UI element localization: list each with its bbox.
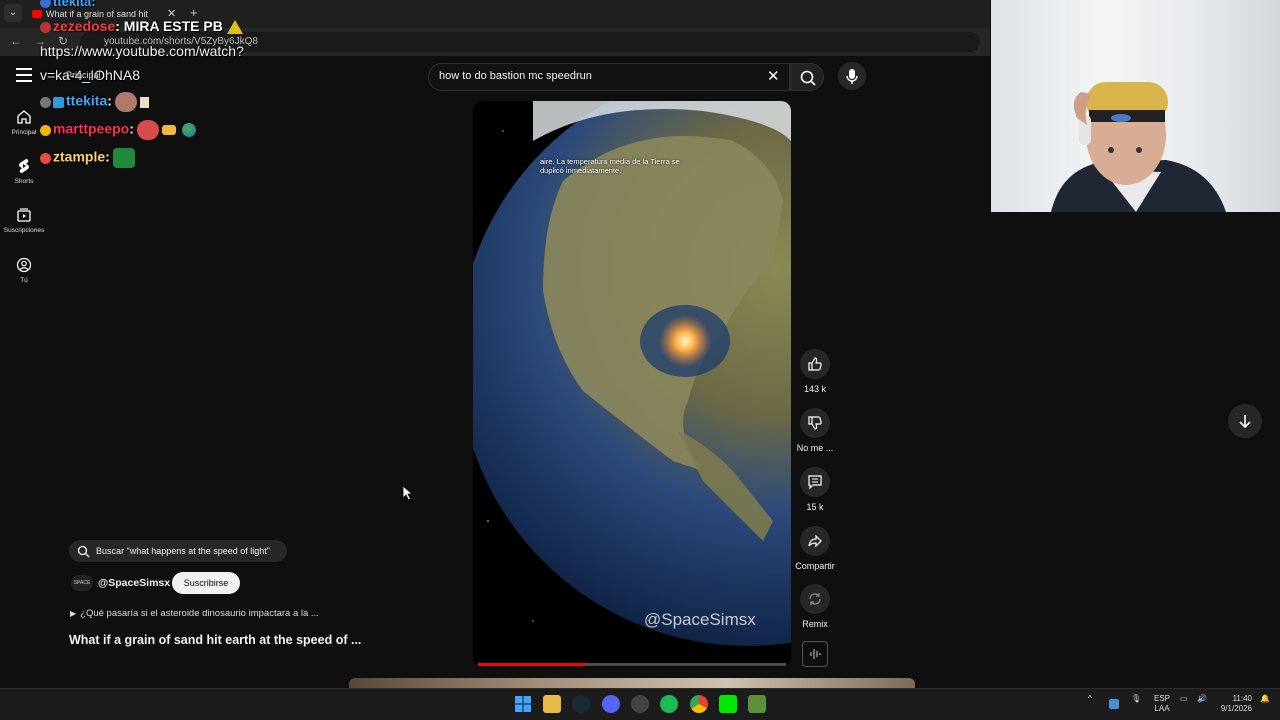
party-hat-emote-icon — [226, 20, 243, 35]
arrow-down-icon — [1239, 415, 1251, 429]
tray-app-icon[interactable] — [1109, 699, 1119, 709]
pointing-emote-icon — [161, 125, 176, 135]
frog-emote-icon — [112, 148, 135, 168]
tray-mic-icon[interactable]: 🎙 — [1131, 694, 1141, 703]
volume-icon[interactable]: 🔊 — [1197, 694, 1207, 703]
chat-line: ztample: — [40, 148, 138, 168]
search-button[interactable] — [790, 63, 824, 91]
obs-icon[interactable] — [631, 695, 649, 713]
popcorn-emote-icon — [139, 96, 149, 108]
search-icon — [77, 545, 90, 558]
sidebar-label: Suscripciones — [3, 227, 45, 234]
sidebar-label: Shorts — [14, 178, 34, 185]
webcam-feed — [1051, 82, 1226, 212]
sidebar-label-fragment: Principal — [66, 70, 101, 80]
related-search-text: Buscar "what happens at the speed of lig… — [96, 546, 271, 556]
sidebar-label: Principal — [11, 129, 37, 136]
notifications-icon[interactable]: 🔔 — [1260, 694, 1270, 703]
shorts-icon — [19, 159, 29, 173]
dislike-button[interactable]: No me ... — [794, 408, 836, 453]
dislike-label: No me ... — [796, 443, 834, 453]
thumbs-down-icon — [808, 416, 822, 430]
chat-message: https://www.youtube.com/watch? — [40, 43, 244, 59]
next-short-button[interactable] — [1228, 404, 1262, 438]
streamer-webcam — [991, 0, 1280, 212]
voice-search-button[interactable] — [838, 62, 866, 90]
chat-message: : MIRA ESTE PB — [115, 18, 223, 34]
youtube-favicon-icon — [32, 10, 42, 18]
chat-line: zezedose: MIRA ESTE PB — [40, 18, 243, 35]
like-button[interactable]: 143 k — [794, 349, 836, 394]
remix-label: Remix — [802, 619, 828, 629]
search-query-text: how to do bastion mc speedrun — [439, 70, 592, 82]
comments-button[interactable]: 15 k — [794, 467, 836, 512]
share-button[interactable]: Compartir — [794, 526, 836, 571]
pacman-emote-icon — [136, 120, 159, 140]
clock[interactable]: 11:40 9/1/2026 — [1218, 694, 1252, 714]
sidebar-item-suscripciones[interactable]: Suscripciones — [0, 207, 48, 234]
waveform-icon — [810, 649, 821, 659]
like-count: 143 k — [803, 384, 827, 394]
search-icon — [800, 70, 816, 86]
chat-user: zezedose — [53, 18, 116, 34]
subscriptions-icon — [17, 208, 31, 222]
share-icon — [808, 534, 822, 548]
tab-search-button[interactable]: ⌄ — [4, 4, 22, 22]
mouse-cursor-icon — [402, 485, 414, 501]
discord-icon[interactable] — [602, 695, 620, 713]
steam-icon[interactable] — [572, 695, 590, 713]
comment-icon — [808, 475, 822, 490]
channel-name[interactable]: @SpaceSimsx — [98, 577, 170, 589]
microphone-icon — [846, 69, 858, 84]
home-icon — [17, 110, 31, 124]
network-icon[interactable]: ▭ — [1180, 694, 1188, 703]
language-indicator[interactable]: ESP LAA — [1154, 694, 1170, 714]
chat-user: marttpeepo — [53, 120, 130, 137]
menu-icon[interactable] — [16, 68, 32, 82]
video-progress-fill — [478, 663, 586, 666]
chat-line-fragment: ttekita: — [40, 0, 96, 9]
windows-logo-icon — [515, 696, 531, 712]
thumbs-up-icon — [808, 357, 822, 371]
chat-user: ztample — [53, 148, 106, 165]
minecraft-icon[interactable] — [748, 695, 766, 713]
chat-line: marttpeepo: — [40, 120, 196, 140]
tray-overflow-icon[interactable]: ^ — [1088, 694, 1092, 703]
chrome-icon[interactable] — [690, 695, 708, 713]
share-label: Compartir — [795, 561, 835, 571]
video-watermark: @SpaceSimsx — [644, 610, 756, 629]
kick-icon[interactable] — [719, 695, 737, 713]
expand-arrow-icon: ▶ — [70, 609, 77, 618]
you-icon — [16, 257, 32, 273]
chat-user: ttekita — [66, 92, 108, 109]
channel-avatar[interactable]: SPACE — [71, 575, 93, 591]
windows-start-icon[interactable] — [514, 695, 532, 713]
video-description[interactable]: ▶ ¿Qué pasaría si el asteroide dinosaurio… — [70, 608, 319, 619]
chat-line: ttekita: — [40, 92, 149, 112]
related-search-chip[interactable]: Buscar "what happens at the speed of lig… — [69, 540, 287, 562]
short-video-player[interactable] — [473, 101, 791, 667]
comment-count: 15 k — [806, 502, 824, 512]
next-short-preview[interactable] — [349, 678, 915, 688]
earth-impact-frame — [473, 101, 791, 667]
spotify-icon[interactable] — [660, 695, 678, 713]
sidebar-item-tu[interactable]: Tú — [0, 257, 48, 284]
subscribe-button[interactable]: Suscribirse — [172, 572, 240, 594]
remix-icon — [809, 593, 821, 605]
back-icon[interactable]: ← — [10, 34, 22, 48]
file-explorer-icon[interactable] — [543, 695, 561, 713]
video-title[interactable]: What if a grain of sand hit earth at the… — [69, 633, 361, 647]
video-subtitle: aire. La temperatura media de la Tierra … — [540, 157, 680, 175]
chat-line: https://www.youtube.com/watch? — [40, 43, 244, 59]
audio-button[interactable] — [802, 641, 828, 667]
remix-button[interactable]: Remix — [794, 584, 836, 629]
globe-emote-icon — [181, 123, 196, 137]
clear-search-icon[interactable]: ✕ — [767, 67, 780, 85]
face-emote-icon — [114, 92, 137, 112]
sidebar-label: Tú — [20, 277, 28, 284]
